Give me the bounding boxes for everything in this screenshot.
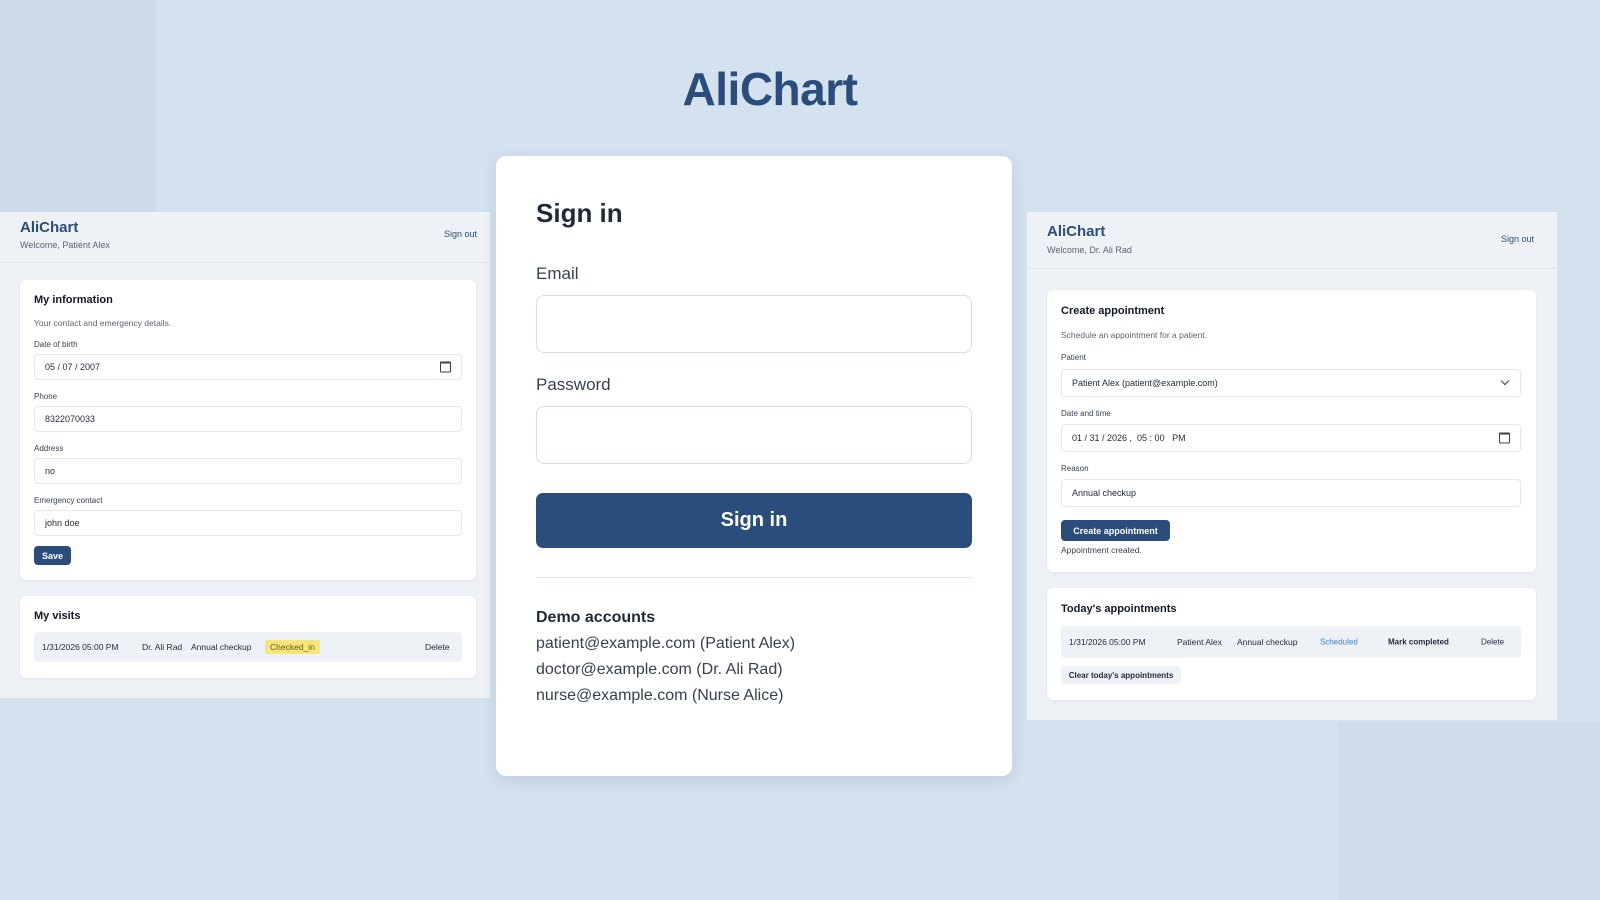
- patient-sign-out-link[interactable]: Sign out: [444, 229, 477, 239]
- doctor-sign-out-link[interactable]: Sign out: [1501, 234, 1534, 244]
- sign-in-title: Sign in: [536, 198, 623, 228]
- my-information-title: My information: [34, 294, 113, 306]
- demo-account-doctor: doctor@example.com (Dr. Ali Rad): [536, 661, 783, 678]
- divider: [536, 577, 972, 578]
- datetime-label: Date and time: [1061, 409, 1111, 418]
- appointment-status-message: Appointment created.: [1061, 545, 1142, 555]
- appointment-status: Scheduled: [1320, 637, 1358, 647]
- phone-input[interactable]: 8322070033: [34, 406, 462, 432]
- emergency-contact-value: john doe: [45, 518, 80, 528]
- address-label: Address: [34, 444, 64, 453]
- doctor-welcome-text: Welcome, Dr. Ali Rad: [1047, 245, 1132, 255]
- doctor-header: AliChart Welcome, Dr. Ali Rad Sign out: [1027, 212, 1557, 269]
- patient-selected-value: Patient Alex (patient@example.com): [1072, 378, 1218, 388]
- phone-value: 8322070033: [45, 414, 96, 424]
- calendar-icon[interactable]: [440, 361, 451, 373]
- patient-welcome-text: Welcome, Patient Alex: [20, 240, 110, 250]
- chevron-down-icon[interactable]: [1500, 376, 1510, 386]
- patient-dashboard-panel: AliChart Welcome, Patient Alex Sign out …: [0, 212, 490, 698]
- visit-doctor: Dr. Ali Rad: [142, 642, 183, 652]
- demo-account-patient: patient@example.com (Patient Alex): [536, 635, 796, 652]
- dob-label: Date of birth: [34, 340, 78, 349]
- demo-account-nurse: nurse@example.com (Nurse Alice): [536, 687, 784, 704]
- mark-completed-button[interactable]: Mark completed: [1388, 638, 1449, 647]
- appointment-row: 1/31/2026 05:00 PM Patient Alex Annual c…: [1061, 626, 1521, 658]
- create-appointment-card: Create appointment Schedule an appointme…: [1047, 290, 1536, 572]
- patient-select[interactable]: Patient Alex (patient@example.com): [1061, 369, 1521, 397]
- doctor-dashboard-panel: AliChart Welcome, Dr. Ali Rad Sign out C…: [1027, 212, 1557, 720]
- my-visits-card: My visits 1/31/2026 05:00 PM Dr. Ali Rad…: [20, 596, 476, 678]
- email-input[interactable]: [536, 295, 972, 353]
- clear-todays-appointments-button[interactable]: Clear today's appointments: [1061, 666, 1181, 684]
- appointment-reason: Annual checkup: [1237, 637, 1298, 647]
- emergency-contact-input[interactable]: john doe: [34, 510, 462, 536]
- reason-label: Reason: [1061, 464, 1089, 473]
- my-visits-title: My visits: [34, 610, 81, 622]
- appointment-delete-button[interactable]: Delete: [1481, 638, 1504, 647]
- my-information-card: My information Your contact and emergenc…: [20, 280, 476, 580]
- create-appointment-title: Create appointment: [1061, 305, 1165, 317]
- password-input[interactable]: [536, 406, 972, 464]
- datetime-input[interactable]: 01 / 31 / 2026 , 05 : 00 PM: [1061, 424, 1521, 452]
- appointment-datetime: 1/31/2026 05:00 PM: [1069, 637, 1146, 647]
- my-information-subtitle: Your contact and emergency details.: [34, 318, 172, 328]
- address-value: no: [45, 466, 56, 476]
- todays-appointments-title: Today's appointments: [1061, 603, 1177, 615]
- reason-input[interactable]: Annual checkup: [1061, 479, 1521, 507]
- patient-header: AliChart Welcome, Patient Alex Sign out: [0, 212, 490, 263]
- dob-input[interactable]: 05 / 07 / 2007: [34, 354, 462, 380]
- visit-reason: Annual checkup: [191, 642, 252, 652]
- appointment-patient: Patient Alex: [1177, 637, 1222, 647]
- app-title: AliChart: [682, 63, 858, 115]
- todays-appointments-card: Today's appointments 1/31/2026 05:00 PM …: [1047, 588, 1536, 700]
- password-label: Password: [536, 375, 611, 394]
- sign-in-button[interactable]: Sign in: [536, 493, 972, 548]
- reason-value: Annual checkup: [1072, 488, 1137, 498]
- visit-status-badge: Checked_in: [265, 640, 320, 654]
- visit-datetime: 1/31/2026 05:00 PM: [42, 642, 119, 652]
- patient-brand: AliChart: [20, 219, 79, 236]
- demo-accounts-title: Demo accounts: [536, 609, 656, 626]
- dob-value: 05 / 07 / 2007: [45, 362, 101, 372]
- phone-label: Phone: [34, 392, 58, 401]
- create-appointment-subtitle: Schedule an appointment for a patient.: [1061, 330, 1208, 340]
- address-input[interactable]: no: [34, 458, 462, 484]
- doctor-brand: AliChart: [1047, 223, 1106, 240]
- emergency-contact-label: Emergency contact: [34, 496, 103, 505]
- datetime-value: 01 / 31 / 2026 , 05 : 00 PM: [1072, 433, 1186, 443]
- email-label: Email: [536, 264, 579, 283]
- visit-delete-button[interactable]: Delete: [425, 642, 450, 652]
- patient-label: Patient: [1061, 353, 1086, 362]
- sign-in-card: Sign in Email Password Sign in Demo acco…: [496, 156, 1012, 776]
- create-appointment-button[interactable]: Create appointment: [1061, 520, 1170, 541]
- save-button[interactable]: Save: [34, 546, 71, 565]
- visit-row: 1/31/2026 05:00 PM Dr. Ali Rad Annual ch…: [34, 632, 462, 662]
- calendar-icon[interactable]: [1499, 432, 1510, 444]
- background-block-right: [1338, 722, 1600, 900]
